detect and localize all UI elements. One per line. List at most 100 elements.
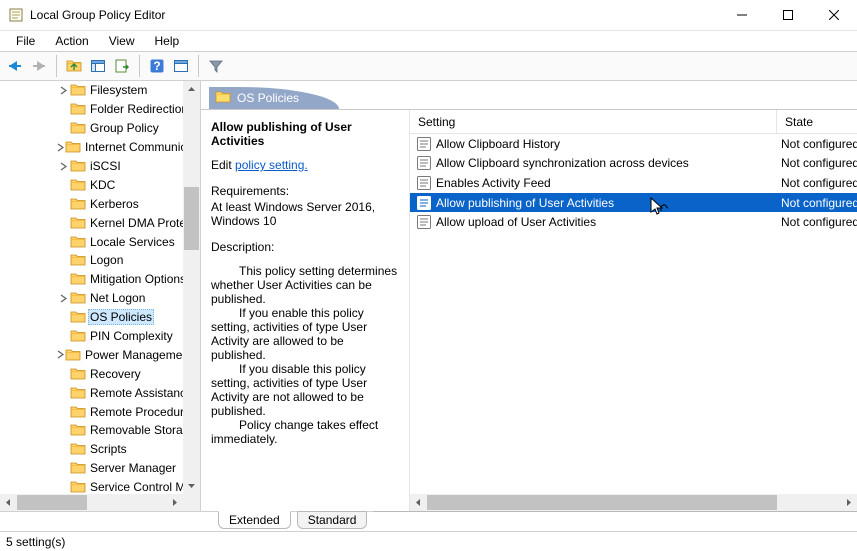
tree-item[interactable]: Recovery: [0, 364, 183, 383]
tree-item[interactable]: Remote Assistance: [0, 383, 183, 402]
list-header: Setting State: [410, 110, 857, 134]
scroll-right-icon[interactable]: [840, 494, 857, 511]
column-setting[interactable]: Setting: [410, 110, 777, 133]
tree-item[interactable]: iSCSI: [0, 157, 183, 176]
bottom-tabs: Extended Standard: [0, 511, 857, 531]
tree-item[interactable]: OS Policies: [0, 308, 183, 327]
tree-item[interactable]: Locale Services: [0, 232, 183, 251]
requirements-label: Requirements:: [211, 184, 401, 198]
tree-item-label: Group Policy: [90, 121, 159, 135]
setting-state: Not configured: [777, 137, 857, 151]
folder-icon: [70, 252, 86, 268]
up-level-icon[interactable]: [63, 55, 85, 77]
menu-file[interactable]: File: [6, 32, 45, 50]
scroll-up-icon[interactable]: [183, 81, 200, 98]
policy-name: Allow publishing of User Activities: [211, 120, 401, 148]
setting-state: Not configured: [777, 196, 857, 210]
tree-item[interactable]: Mitigation Options: [0, 270, 183, 289]
nav-vertical-scrollbar[interactable]: [183, 81, 200, 494]
folder-icon: [70, 479, 86, 494]
tab-extended[interactable]: Extended: [218, 511, 291, 529]
tree-item-label: Remote Assistance: [90, 386, 183, 400]
tree-item[interactable]: Kerberos: [0, 194, 183, 213]
statusbar: 5 setting(s): [0, 531, 857, 551]
folder-icon: [70, 271, 86, 287]
filter-icon[interactable]: [205, 55, 227, 77]
maximize-button[interactable]: [765, 0, 811, 30]
tree-item[interactable]: Internet Communication Management: [0, 138, 183, 157]
scroll-left-icon[interactable]: [0, 494, 17, 511]
policy-icon: [416, 155, 432, 171]
folder-icon: [70, 101, 86, 117]
tree-item-label: OS Policies: [88, 309, 154, 325]
list-row[interactable]: Allow Clipboard synchronization across d…: [410, 154, 857, 174]
svg-text:?: ?: [153, 59, 160, 73]
setting-name: Allow publishing of User Activities: [436, 196, 614, 210]
show-hide-tree-icon[interactable]: [87, 55, 109, 77]
tree-item[interactable]: Group Policy: [0, 119, 183, 138]
folder-icon: [70, 309, 86, 325]
tree-item[interactable]: Filesystem: [0, 81, 183, 100]
tree-item[interactable]: Kernel DMA Protection: [0, 213, 183, 232]
tree-item[interactable]: Net Logon: [0, 289, 183, 308]
setting-name: Enables Activity Feed: [436, 176, 551, 190]
folder-icon: [215, 89, 231, 108]
window-title: Local Group Policy Editor: [30, 8, 719, 22]
chevron-right-icon[interactable]: [56, 350, 65, 359]
help-icon[interactable]: ?: [146, 55, 168, 77]
pane-title: OS Policies: [237, 91, 299, 105]
back-button[interactable]: [4, 55, 26, 77]
export-list-icon[interactable]: [111, 55, 133, 77]
menubar: File Action View Help: [0, 31, 857, 51]
chevron-right-icon[interactable]: [56, 294, 70, 303]
tree-item-label: Recovery: [90, 367, 141, 381]
tree-item[interactable]: Remote Procedure Call: [0, 402, 183, 421]
setting-name: Allow upload of User Activities: [436, 215, 596, 229]
tree-item-label: Removable Storage Access: [90, 423, 183, 437]
tree-item-label: Logon: [90, 253, 123, 267]
close-button[interactable]: [811, 0, 857, 30]
policy-icon: [416, 214, 432, 230]
tree-item[interactable]: Logon: [0, 251, 183, 270]
tree-item[interactable]: KDC: [0, 175, 183, 194]
tree-item[interactable]: Removable Storage Access: [0, 421, 183, 440]
policy-icon: [416, 195, 432, 211]
status-text: 5 setting(s): [6, 535, 65, 549]
settings-list: Setting State Allow Clipboard History Not…: [409, 110, 857, 511]
properties-icon[interactable]: [170, 55, 192, 77]
policy-icon: [416, 136, 432, 152]
chevron-right-icon[interactable]: [56, 86, 70, 95]
list-row[interactable]: Allow publishing of User Activities Not c…: [410, 193, 857, 213]
list-row[interactable]: Enables Activity FeedNot configured: [410, 173, 857, 193]
setting-name: Allow Clipboard History: [436, 137, 560, 151]
menu-view[interactable]: View: [99, 32, 145, 50]
policy-icon: [416, 175, 432, 191]
folder-icon: [70, 422, 86, 438]
menu-help[interactable]: Help: [145, 32, 190, 50]
folder-icon: [70, 177, 86, 193]
menu-action[interactable]: Action: [45, 32, 98, 50]
edit-policy-link[interactable]: policy setting.: [235, 158, 308, 172]
column-state[interactable]: State: [777, 110, 857, 133]
forward-button[interactable]: [28, 55, 50, 77]
tab-standard[interactable]: Standard: [297, 511, 368, 529]
nav-horizontal-scrollbar[interactable]: [0, 494, 183, 511]
tree-item[interactable]: Power Management: [0, 345, 183, 364]
list-horizontal-scrollbar[interactable]: [410, 494, 857, 511]
scroll-down-icon[interactable]: [183, 477, 200, 494]
tree-item[interactable]: Server Manager: [0, 459, 183, 478]
chevron-right-icon[interactable]: [56, 162, 70, 171]
tree-item[interactable]: Folder Redirection: [0, 100, 183, 119]
list-row[interactable]: Allow Clipboard History Not configured: [410, 134, 857, 154]
tree-item[interactable]: Scripts: [0, 440, 183, 459]
tree-item[interactable]: PIN Complexity: [0, 327, 183, 346]
list-row[interactable]: Allow upload of User ActivitiesNot confi…: [410, 212, 857, 232]
folder-icon: [70, 385, 86, 401]
tree-item[interactable]: Service Control Manager Settings: [0, 478, 183, 494]
toolbar: ?: [0, 51, 857, 81]
folder-icon: [70, 158, 86, 174]
minimize-button[interactable]: [719, 0, 765, 30]
chevron-right-icon[interactable]: [56, 143, 65, 152]
scroll-right-icon[interactable]: [166, 494, 183, 511]
scroll-left-icon[interactable]: [410, 494, 427, 511]
